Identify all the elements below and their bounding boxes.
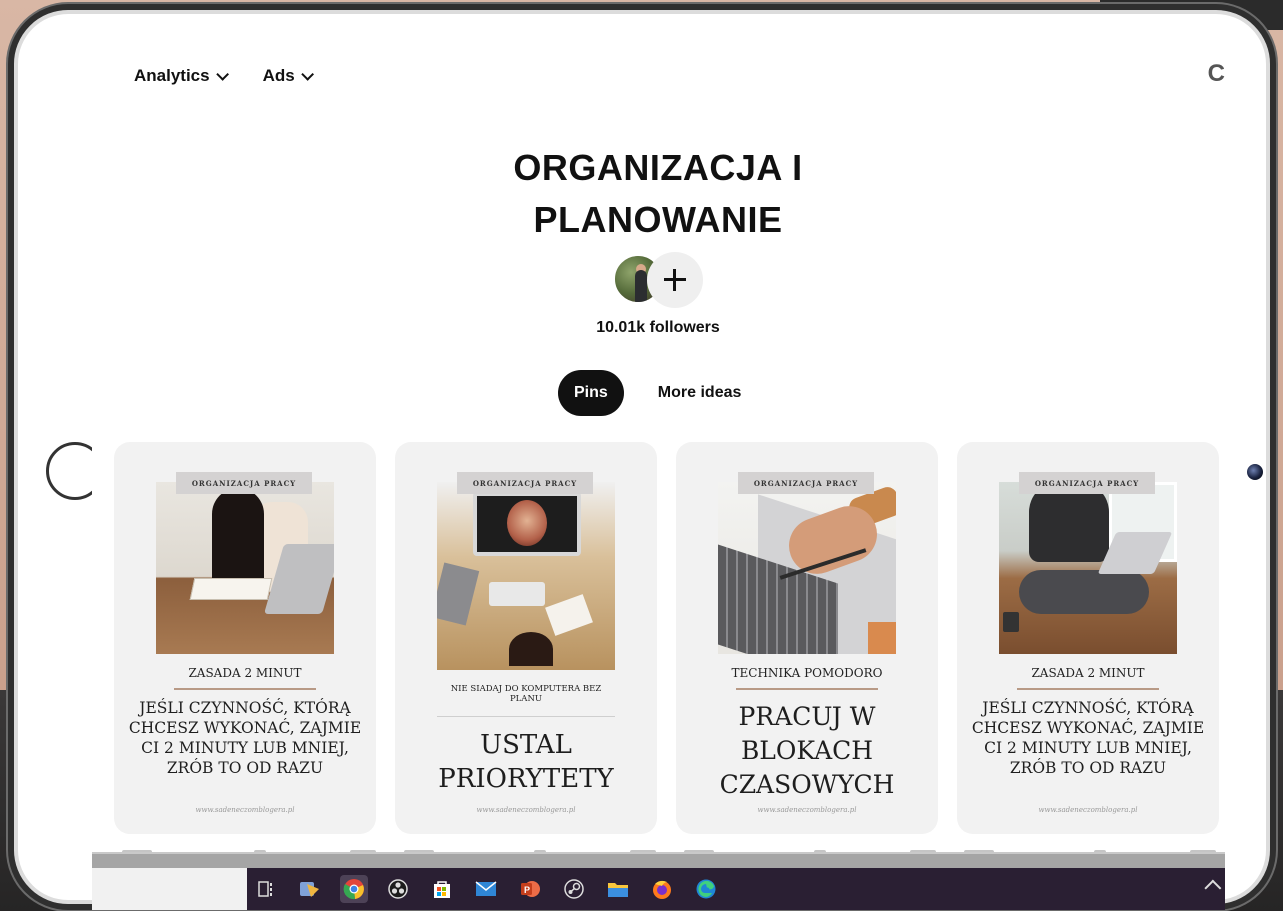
firefox-icon[interactable] xyxy=(648,875,676,903)
pin-card[interactable]: ORGANIZACJA PRACY NIE SIADAJ DO KOMPUTER… xyxy=(395,442,657,834)
followers-count[interactable]: 10.01k followers xyxy=(558,319,758,337)
chevron-down-icon xyxy=(215,67,229,81)
pin-headline: PRACUJ W BLOKACH CZASOWYCH xyxy=(719,702,895,799)
board-title-line-1: ORGANIZACJA I xyxy=(513,147,803,188)
pin-headline: JEŚLI CZYNNOŚĆ, KTÓRĄ CHCESZ WYKONAĆ, ZA… xyxy=(971,699,1205,777)
photo-keyboard xyxy=(489,582,545,606)
tab-more-ideas[interactable]: More ideas xyxy=(642,370,758,416)
collaborators xyxy=(613,252,705,308)
photos-app-icon[interactable] xyxy=(296,875,324,903)
nav-ads-label: Ads xyxy=(262,66,295,85)
avatar-person xyxy=(635,270,647,302)
clipped-header-glyph: C xyxy=(1207,60,1225,87)
nav-analytics-label: Analytics xyxy=(134,66,210,85)
board-title-line-2: PLANOWANIE xyxy=(533,199,783,240)
top-nav: Analytics Ads xyxy=(134,66,314,86)
pin-divider xyxy=(736,688,878,690)
pin-card[interactable]: ORGANIZACJA PRACY ZASADA 2 MINUT JEŚLI C… xyxy=(114,442,376,834)
nav-analytics[interactable]: Analytics xyxy=(134,66,229,86)
photo-book xyxy=(189,578,273,600)
photo-mug xyxy=(1003,612,1019,632)
photo-legs xyxy=(1019,570,1149,614)
powerpoint-icon[interactable]: P xyxy=(516,875,544,903)
tablet-frame: Analytics Ads C ORGANIZACJA I PLANOWANIE… xyxy=(8,4,1276,910)
mail-icon[interactable] xyxy=(472,875,500,903)
taskbar-search-area[interactable] xyxy=(92,868,247,910)
pin-headline: USTAL PRIORYTETY xyxy=(438,730,614,794)
file-explorer-icon[interactable] xyxy=(604,875,632,903)
plus-icon xyxy=(664,269,686,291)
photo-face xyxy=(507,500,547,546)
pin-url: www.sadeneczomblogera.pl xyxy=(476,806,576,814)
pin-divider xyxy=(437,716,615,717)
chrome-icon[interactable] xyxy=(340,875,368,903)
pin-card[interactable]: ORGANIZACJA PRACY ZASADA 2 MINUT JEŚLI C… xyxy=(957,442,1219,834)
photo-felt xyxy=(437,562,480,626)
edge-icon[interactable] xyxy=(692,875,720,903)
pin-tag: ORGANIZACJA PRACY xyxy=(176,472,312,494)
task-view-icon[interactable] xyxy=(252,875,280,903)
pin-photo-computer xyxy=(437,482,615,670)
steam-icon[interactable] xyxy=(560,875,588,903)
show-hidden-icons-caret[interactable] xyxy=(1204,879,1222,897)
svg-text:P: P xyxy=(524,885,530,895)
pin-divider xyxy=(1017,688,1159,690)
pin-tag: ORGANIZACJA PRACY xyxy=(457,472,593,494)
pin-url: www.sadeneczomblogera.pl xyxy=(1038,806,1138,814)
pin-subtitle: TECHNIKA POMODORO xyxy=(731,666,883,680)
photo-pad xyxy=(868,622,896,654)
pin-subtitle: ZASADA 2 MINUT xyxy=(1031,666,1145,680)
pin-subtitle: NIE SIADAJ DO KOMPUTERA BEZ PLANU xyxy=(450,684,602,704)
pin-photo-floor xyxy=(999,482,1177,654)
pin-photo-writing xyxy=(156,482,334,654)
board-title: ORGANIZACJA I PLANOWANIE xyxy=(492,142,824,246)
pin-grid: ORGANIZACJA PRACY ZASADA 2 MINUT JEŚLI C… xyxy=(114,442,1224,834)
pin-photo-laptop-pen xyxy=(718,482,896,654)
store-icon[interactable] xyxy=(428,875,456,903)
pin-tag: ORGANIZACJA PRACY xyxy=(1019,472,1155,494)
photo-notebook xyxy=(545,594,593,636)
pin-headline: JEŚLI CZYNNOŚĆ, KTÓRĄ CHCESZ WYKONAĆ, ZA… xyxy=(128,699,362,777)
photo-body xyxy=(1029,482,1109,562)
chevron-down-icon xyxy=(300,67,314,81)
camera-icon xyxy=(1247,464,1263,480)
pin-subtitle: ZASADA 2 MINUT xyxy=(188,666,302,680)
add-collaborator-button[interactable] xyxy=(647,252,703,308)
pin-url: www.sadeneczomblogera.pl xyxy=(195,806,295,814)
pin-card[interactable]: ORGANIZACJA PRACY TECHNIKA POMODORO PRAC… xyxy=(676,442,938,834)
scrollbar-thumb[interactable] xyxy=(92,854,1225,868)
browser-screen: Analytics Ads C ORGANIZACJA I PLANOWANIE… xyxy=(92,34,1225,910)
pin-url: www.sadeneczomblogera.pl xyxy=(757,806,857,814)
photo-head xyxy=(509,632,553,666)
nav-ads[interactable]: Ads xyxy=(262,66,314,86)
pin-tag: ORGANIZACJA PRACY xyxy=(738,472,874,494)
obs-icon[interactable] xyxy=(384,875,412,903)
taskbar-icons: P xyxy=(252,868,720,910)
windows-taskbar: P xyxy=(92,868,1225,910)
board-tabs: Pins More ideas xyxy=(558,370,757,416)
tab-pins[interactable]: Pins xyxy=(558,370,624,416)
pin-divider xyxy=(174,688,316,690)
